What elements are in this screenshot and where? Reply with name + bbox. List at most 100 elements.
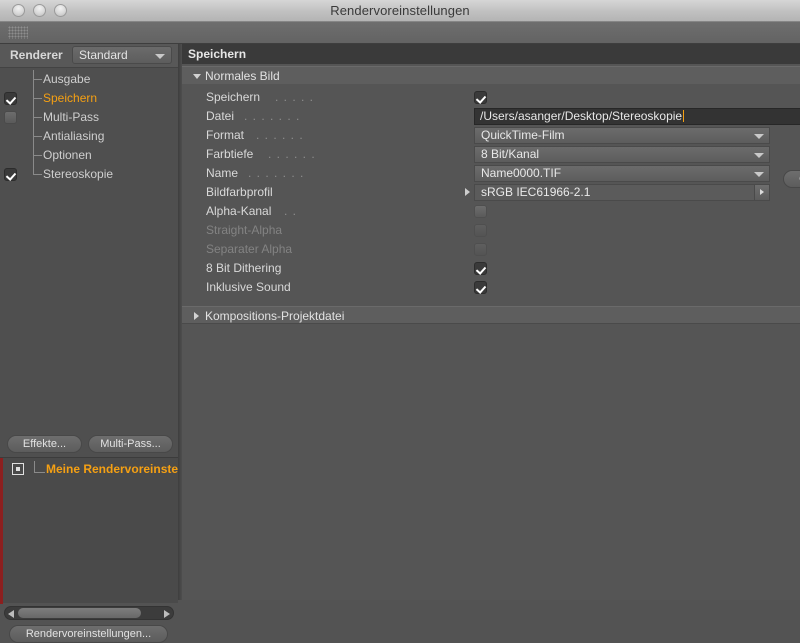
target-icon	[12, 463, 24, 475]
preset-list-item[interactable]: Meine Rendervoreinstellun	[0, 461, 199, 479]
window-title: Rendervoreinstellungen	[330, 3, 470, 18]
form-row-separater-alpha: Separater Alpha	[182, 240, 800, 259]
tree-checkbox	[4, 149, 17, 162]
form-label: 8 Bit Dithering	[206, 261, 282, 275]
save-settings-form: Speichern . . . . . Datei . . . . . . . …	[182, 88, 800, 297]
leader-dots: . . . . . .	[268, 147, 316, 161]
main-panel: Speichern Normales Bild Speichern . . . …	[182, 44, 800, 600]
group-header-normales-bild[interactable]: Normales Bild	[182, 66, 800, 84]
form-row-farbtiefe: Farbtiefe . . . . . . 8 Bit/Kanal	[182, 145, 800, 164]
farbtiefe-value: 8 Bit/Kanal	[481, 147, 540, 161]
tree-item-label: Optionen	[43, 148, 92, 162]
tree-checkbox-multipass[interactable]	[4, 111, 17, 124]
bildfarbprofil-field[interactable]: sRGB IEC61966-2.1	[474, 184, 770, 201]
form-label: Alpha-Kanal	[206, 204, 272, 218]
tree-item-label: Speichern	[43, 91, 98, 105]
tree-item-optionen[interactable]: Optionen	[0, 146, 178, 165]
panel-header: Speichern	[182, 44, 800, 64]
name-value: Name0000.TIF	[481, 166, 562, 180]
dithering-checkbox[interactable]	[474, 262, 487, 275]
group-label: Kompositions-Projektdatei	[205, 309, 345, 323]
form-row-alpha-kanal: Alpha-Kanal . .	[182, 202, 800, 221]
form-row-inklusive-sound: Inklusive Sound	[182, 278, 800, 297]
group-label: Normales Bild	[205, 69, 280, 83]
form-label: Speichern	[206, 90, 261, 104]
leader-dots: . . . . . . .	[244, 109, 301, 123]
sidebar-button-row: Effekte... Multi-Pass...	[0, 433, 178, 455]
inklusive-sound-checkbox[interactable]	[474, 281, 487, 294]
multi-pass-button[interactable]: Multi-Pass...	[88, 435, 173, 453]
straight-alpha-checkbox	[474, 224, 487, 237]
datei-value: /Users/asanger/Desktop/Stereoskopie	[480, 109, 683, 123]
form-row-datei: Datei . . . . . . . /Users/asanger/Deskt…	[182, 107, 800, 126]
preset-item-label: Meine Rendervoreinstellun	[46, 462, 200, 476]
farbtiefe-dropdown[interactable]: 8 Bit/Kanal	[474, 146, 770, 163]
leader-dots: . .	[284, 204, 298, 218]
grip-handle-icon[interactable]	[8, 26, 28, 39]
form-row-bildfarbprofil: Bildfarbprofil sRGB IEC61966-2.1	[182, 183, 800, 202]
form-label: Straight-Alpha	[206, 223, 283, 237]
tree-item-label: Antialiasing	[43, 129, 105, 143]
scroll-right-icon[interactable]	[164, 610, 170, 618]
render-presets-button[interactable]: Rendervoreinstellungen...	[9, 625, 168, 643]
submenu-arrow-icon[interactable]	[465, 188, 470, 196]
tree-item-antialiasing[interactable]: Antialiasing	[0, 127, 178, 146]
tree-item-label: Stereoskopie	[43, 167, 114, 181]
separater-alpha-checkbox	[474, 243, 487, 256]
tree-item-label: Ausgabe	[43, 72, 91, 86]
form-label: Name	[206, 166, 239, 180]
alpha-kanal-checkbox[interactable]	[474, 205, 487, 218]
renderer-dropdown[interactable]: Standard	[72, 46, 172, 64]
tree-checkbox-speichern[interactable]	[4, 92, 17, 105]
leader-dots: . . . . . . .	[248, 166, 305, 180]
tree-item-speichern[interactable]: Speichern	[0, 89, 178, 108]
scrollbar-thumb[interactable]	[18, 608, 141, 618]
form-row-format: Format . . . . . . QuickTime-Film	[182, 126, 800, 145]
format-dropdown[interactable]: QuickTime-Film	[474, 127, 770, 144]
tree-checkbox-stereoskopie[interactable]	[4, 168, 17, 181]
chevron-down-icon	[155, 54, 165, 59]
speichern-checkbox[interactable]	[474, 91, 487, 104]
renderer-value: Standard	[79, 48, 128, 62]
tree-item-stereoskopie[interactable]: Stereoskopie	[0, 165, 178, 184]
tree-checkbox	[4, 73, 17, 86]
chevron-down-icon	[754, 134, 764, 139]
format-value: QuickTime-Film	[481, 128, 565, 142]
renderer-row: Renderer Standard	[0, 44, 178, 68]
chevron-down-icon	[754, 172, 764, 177]
chevron-right-icon[interactable]	[754, 185, 769, 200]
tree-checkbox	[4, 130, 17, 143]
scroll-left-icon[interactable]	[8, 610, 14, 618]
bildfarbprofil-value: sRGB IEC61966-2.1	[481, 185, 591, 199]
leader-dots: . . . . . .	[256, 128, 304, 142]
tree-item-label: Multi-Pass	[43, 110, 100, 124]
datei-input[interactable]: /Users/asanger/Desktop/Stereoskopie	[474, 108, 800, 125]
settings-tree: Ausgabe Speichern Multi-Pass Antialiasin…	[0, 70, 178, 184]
chevron-right-icon	[194, 312, 199, 320]
render-settings-window: Rendervoreinstellungen Renderer Standard…	[0, 0, 800, 643]
text-caret	[683, 110, 685, 122]
form-row-name: Name . . . . . . . Name0000.TIF	[182, 164, 800, 183]
chevron-down-icon	[193, 74, 201, 79]
chevron-down-icon	[754, 153, 764, 158]
form-label: Separater Alpha	[206, 242, 293, 256]
form-row-speichern: Speichern . . . . .	[182, 88, 800, 107]
options-button[interactable]: Optionen...	[783, 170, 800, 188]
tree-item-multi-pass[interactable]: Multi-Pass	[0, 108, 178, 127]
form-label: Datei	[206, 109, 235, 123]
preset-accent-bar	[0, 458, 3, 604]
form-label: Inklusive Sound	[206, 280, 291, 294]
form-label: Format	[206, 128, 245, 142]
group-header-kompositions-projektdatei[interactable]: Kompositions-Projektdatei	[182, 306, 800, 324]
form-label: Bildfarbprofil	[206, 185, 273, 199]
effects-button[interactable]: Effekte...	[7, 435, 82, 453]
form-row-straight-alpha: Straight-Alpha	[182, 221, 800, 240]
tree-connector-icon	[34, 461, 45, 473]
form-row-8-bit-dithering: 8 Bit Dithering	[182, 259, 800, 278]
name-dropdown[interactable]: Name0000.TIF	[474, 165, 770, 182]
tree-item-ausgabe[interactable]: Ausgabe	[0, 70, 178, 89]
horizontal-scrollbar[interactable]	[4, 606, 174, 620]
toolbar-strip	[0, 22, 800, 44]
page-title: Speichern	[188, 47, 247, 61]
sidebar: Renderer Standard Ausgabe Speichern Mult…	[0, 44, 199, 643]
